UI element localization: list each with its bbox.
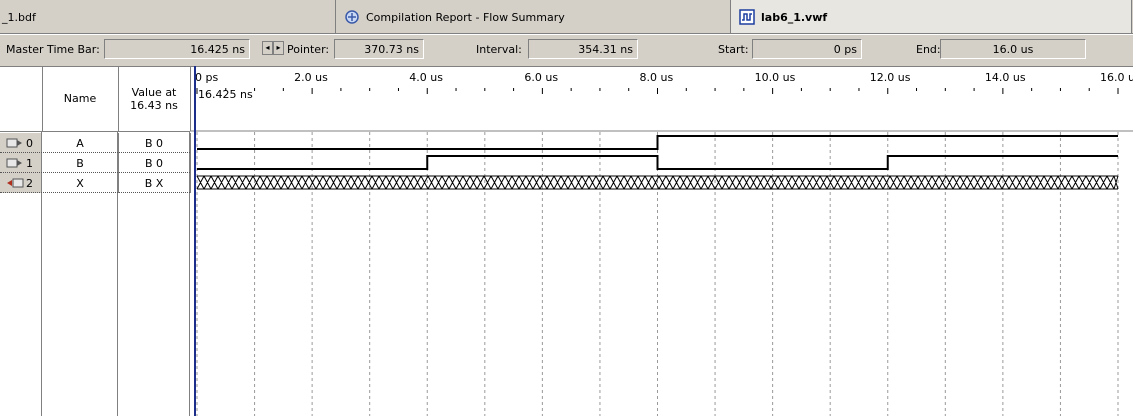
time-tick-label: 8.0 us xyxy=(640,71,674,84)
compilation-report-icon xyxy=(344,9,360,25)
previous-transition-button[interactable]: ◂ xyxy=(262,41,273,55)
interval-label: Interval: xyxy=(476,43,522,56)
end-label: End: xyxy=(916,43,941,56)
signal-name: B xyxy=(42,153,119,173)
signal-index: 2 xyxy=(26,176,33,190)
next-transition-button[interactable]: ▸ xyxy=(273,41,284,55)
pointer-label: Pointer: xyxy=(287,43,330,56)
input-pin-icon xyxy=(6,158,24,168)
document-tab-bar: _1.bdf Compilation Report - Flow Summary… xyxy=(0,0,1133,34)
signal-row-x[interactable]: 2 X B X xyxy=(0,173,191,193)
signal-value: B X xyxy=(118,173,191,193)
tab-compilation-report-label: Compilation Report - Flow Summary xyxy=(366,10,565,24)
cursor-time-label: 16.425 ns xyxy=(198,88,253,101)
value-header-line2: 16.43 ns xyxy=(130,98,178,112)
time-tick-label: 4.0 us xyxy=(409,71,443,84)
waveform-file-icon xyxy=(739,9,755,25)
waveform-canvas: 0 ps 2.0 us 4.0 us 6.0 us 8.0 us 10.0 us 12.0 … xyxy=(190,71,1133,416)
tab-bdf[interactable]: _1.bdf xyxy=(0,0,36,34)
signal-value: B 0 xyxy=(118,153,191,173)
start-label: Start: xyxy=(718,43,749,56)
time-tick-label: 2.0 us xyxy=(294,71,328,84)
index-column-header xyxy=(0,66,43,131)
output-pin-icon xyxy=(6,178,24,188)
master-time-bar-field[interactable]: 16.425 ns xyxy=(104,39,250,59)
signal-name: X xyxy=(42,173,119,193)
signal-list-header: Name Value at 16.43 ns xyxy=(0,66,191,132)
time-tick-label: 14.0 us xyxy=(985,71,1026,84)
name-column-header[interactable]: Name xyxy=(42,66,119,131)
signal-index-cell: 1 xyxy=(0,153,42,173)
tab-compilation-report[interactable]: Compilation Report - Flow Summary xyxy=(335,0,729,34)
master-time-bar-label: Master Time Bar: xyxy=(6,43,100,56)
end-field[interactable]: 16.0 us xyxy=(940,39,1086,59)
value-column-header[interactable]: Value at 16.43 ns xyxy=(118,66,191,131)
input-pin-icon xyxy=(6,138,24,148)
signal-value: B 0 xyxy=(118,133,191,153)
signal-name: A xyxy=(42,133,119,153)
time-bar-toolbar: Master Time Bar: 16.425 ns ◂ ▸ Pointer: … xyxy=(0,35,1133,67)
row-divider xyxy=(0,192,190,193)
time-tick-label: 10.0 us xyxy=(755,71,796,84)
waveform-a xyxy=(197,135,1118,150)
waveform-b xyxy=(197,155,1118,170)
time-tick-label: 0 ps xyxy=(195,71,218,84)
time-tick-label: 6.0 us xyxy=(524,71,558,84)
signal-index: 1 xyxy=(26,156,33,170)
tab-bdf-label: _1.bdf xyxy=(2,10,36,24)
start-field[interactable]: 0 ps xyxy=(752,39,862,59)
signal-index: 0 xyxy=(26,136,33,150)
signal-row-b[interactable]: 1 B B 0 xyxy=(0,153,191,173)
tab-lab6-vwf[interactable]: lab6_1.vwf xyxy=(730,0,1132,34)
pointer-field[interactable]: 370.73 ns xyxy=(334,39,424,59)
tab-lab6-vwf-label: lab6_1.vwf xyxy=(761,10,828,24)
signal-index-cell: 2 xyxy=(0,173,42,193)
interval-field[interactable]: 354.31 ns xyxy=(528,39,638,59)
value-header-line1: Value at xyxy=(131,85,177,99)
waveform-display[interactable]: 0 ps 2.0 us 4.0 us 6.0 us 8.0 us 10.0 us 12.0 … xyxy=(190,66,1133,416)
tab-bar-divider xyxy=(0,33,1133,34)
signal-index-cell: 0 xyxy=(0,133,42,153)
master-time-bar-cursor[interactable] xyxy=(194,66,196,416)
time-tick-label: 16.0 us xyxy=(1100,71,1133,84)
time-tick-label: 12.0 us xyxy=(870,71,911,84)
signal-row-a[interactable]: 0 A B 0 xyxy=(0,133,191,153)
